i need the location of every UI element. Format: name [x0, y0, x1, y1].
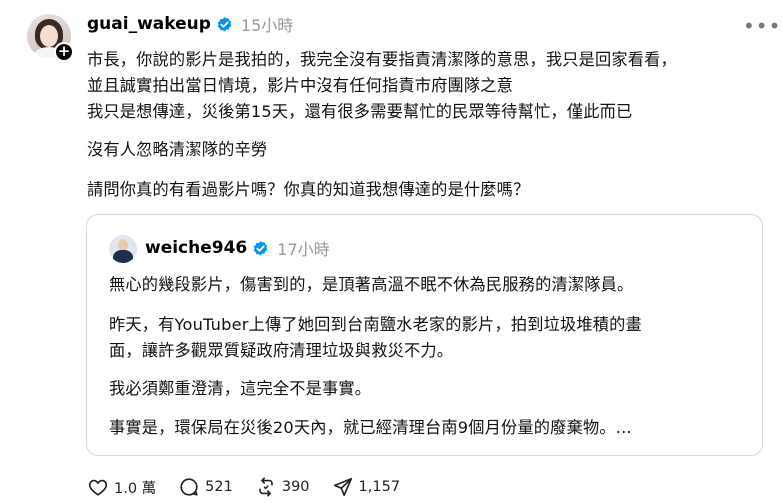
- avatar-face: [40, 25, 58, 47]
- more-icon[interactable]: •••: [743, 14, 781, 38]
- quoted-timestamp[interactable]: 17小時: [277, 236, 329, 260]
- verified-badge-icon: [254, 240, 268, 256]
- quoted-username[interactable]: weiche946: [145, 238, 247, 258]
- quoted-post-card[interactable]: weiche946 17小時 無心的幾段影片，傷害到的，是頂著高溫不眠不休為民服…: [86, 214, 763, 456]
- share-icon: [333, 477, 352, 497]
- repost-icon: [259, 477, 273, 497]
- post-line-3: 我只是想傳達，災後第15天，還有很多需要幫忙的民眾等待幫忙，僅此而已: [87, 102, 633, 121]
- share-button[interactable]: 1,157: [332, 476, 401, 498]
- follow-plus-icon[interactable]: +: [54, 42, 74, 62]
- post-line-4: 沒有人忽略清潔隊的辛勞: [87, 140, 268, 159]
- share-count: 1,157: [358, 479, 401, 495]
- quoted-line-4: 我必須鄭重澄清，這完全不是事實。: [109, 379, 372, 398]
- quoted-author-avatar[interactable]: [109, 235, 137, 263]
- post-line-2: 並且誠實拍出當日情境，影片中沒有任何指責市府團隊之意: [87, 76, 514, 95]
- post-timestamp[interactable]: 15小時: [241, 12, 293, 36]
- verified-badge-icon: [217, 16, 232, 32]
- quoted-line-3: 面，讓許多觀眾質疑政府清理垃圾與救災不力。: [109, 341, 454, 360]
- post-line-5: 請問你真的有看過影片嗎？你真的知道我想傳達的是什麼嗎？: [87, 180, 530, 199]
- reply-count: 521: [205, 479, 233, 495]
- comment-icon: [180, 478, 198, 496]
- reply-button[interactable]: 521: [178, 476, 233, 498]
- like-count: 1.0 萬: [114, 480, 157, 497]
- quoted-line-2: 昨天，有YouTuber上傳了她回到台南鹽水老家的影片，拍到垃圾堆積的畫: [109, 315, 642, 334]
- quoted-line-1: 無心的幾段影片，傷害到的，是頂著高溫不眠不休為民服務的清潔隊員。: [109, 275, 634, 294]
- repost-count: 390: [281, 479, 310, 495]
- action-bar: 1.0 萬 521 390 1,157: [87, 476, 422, 498]
- post-line-1: 市長，你說的影片是我拍的，我完全沒有要指責清潔隊的意思，我只是回家看看，: [87, 50, 677, 69]
- quoted-line-5: 事實是，環保局在災後20天內，就已經清理台南9個月份量的廢棄物。...: [109, 418, 632, 437]
- like-button[interactable]: 1.0 萬: [87, 476, 156, 498]
- heart-icon: [88, 479, 108, 496]
- quoted-post-header: weiche946 17小時: [145, 236, 330, 260]
- repost-button[interactable]: 390: [255, 476, 310, 498]
- post-header: guai_wakeup 15小時: [87, 12, 293, 36]
- quoted-avatar-suit: [113, 250, 133, 263]
- post-username[interactable]: guai_wakeup: [87, 14, 211, 34]
